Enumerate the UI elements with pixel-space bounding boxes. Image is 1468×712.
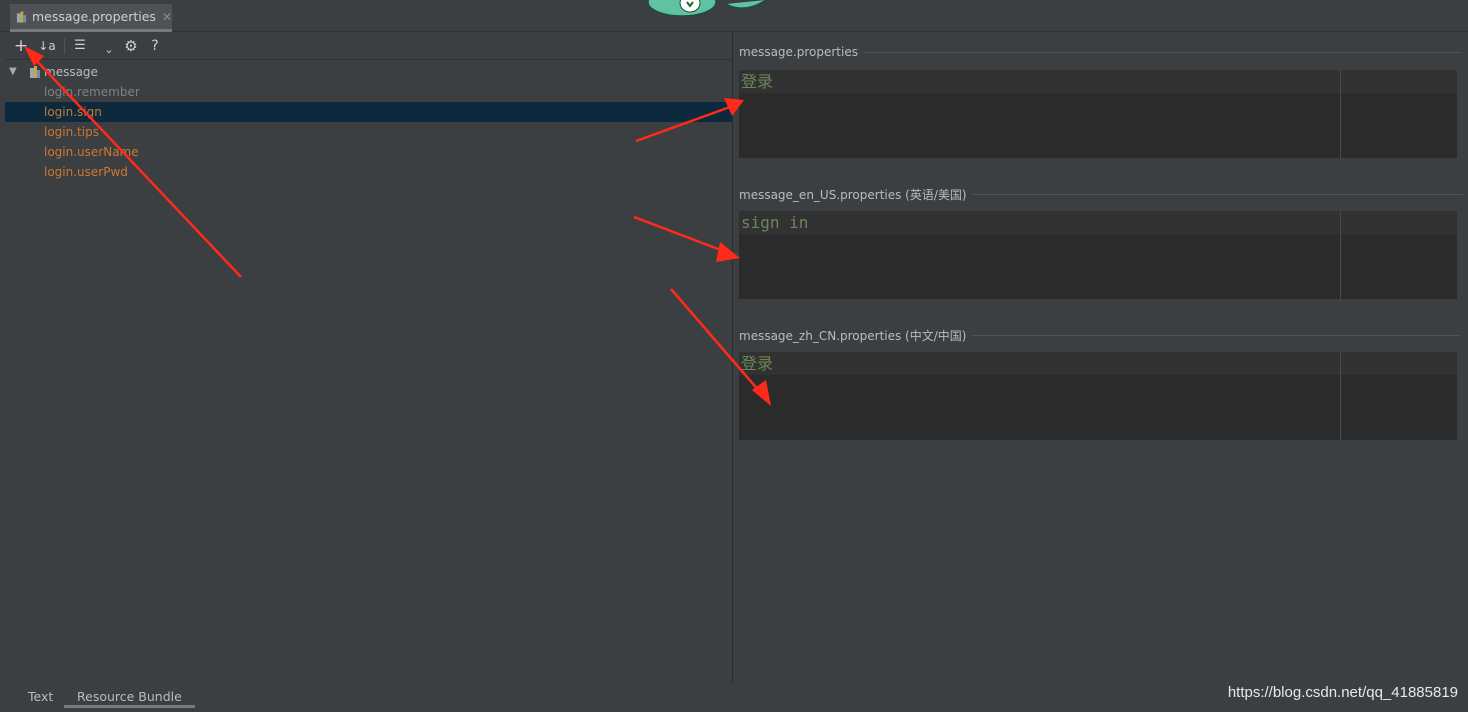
expand-triangle-icon[interactable]: ▼ xyxy=(9,62,17,82)
section-divider xyxy=(972,335,1461,336)
tree-root-message[interactable]: ▼ message xyxy=(5,62,733,82)
tree-key-row-selected[interactable]: login.sign xyxy=(5,102,733,122)
tab-label: message.properties xyxy=(31,9,156,24)
editor-tab-bar: message.properties ✕ xyxy=(0,0,1468,32)
current-line-highlight xyxy=(739,70,1457,93)
tab-message-properties[interactable]: message.properties ✕ xyxy=(10,4,172,32)
property-key-label: login.userPwd xyxy=(44,165,128,179)
settings-gear-button[interactable]: ⚙ xyxy=(122,37,140,55)
resource-bundle-icon xyxy=(30,66,40,78)
sort-alphabetically-button[interactable]: ↓a xyxy=(38,37,56,55)
mascot-image xyxy=(648,0,767,16)
tab-text[interactable]: Text xyxy=(28,686,53,708)
add-property-button[interactable]: + xyxy=(13,37,29,55)
value-editor-zh-cn[interactable]: 登录 xyxy=(739,352,1457,440)
property-key-label: login.tips xyxy=(44,125,99,139)
toolbar-separator xyxy=(64,38,65,54)
watermark-url: https://blog.csdn.net/qq_41885819 xyxy=(1227,684,1458,701)
tab-resource-bundle[interactable]: Resource Bundle xyxy=(64,686,195,708)
chevron-down-icon[interactable]: ⌄ xyxy=(103,41,115,59)
tree-key-row[interactable]: login.tips xyxy=(5,122,733,142)
property-value[interactable]: 登录 xyxy=(741,71,773,93)
editor-section-title: message_en_US.properties (英语/美国) xyxy=(739,186,1463,203)
current-line-highlight xyxy=(739,211,1457,234)
close-icon[interactable]: ✕ xyxy=(162,10,172,24)
tree-root-label: message xyxy=(44,65,98,79)
resource-bundle-tree-panel: + ↓a ☰ ⌄ ⚙ ? ▼ message login.remember lo… xyxy=(5,32,733,682)
group-by-prefix-button[interactable]: ☰ xyxy=(71,37,89,55)
property-value[interactable]: sign in xyxy=(741,212,808,234)
property-key-label: login.userName xyxy=(44,145,139,159)
editor-section-title: message_zh_CN.properties (中文/中国) xyxy=(739,327,1461,344)
locale-file-title: message_en_US.properties (英语/美国) xyxy=(739,188,967,202)
section-divider xyxy=(863,51,1461,53)
locale-file-title: message_zh_CN.properties (中文/中国) xyxy=(739,329,967,343)
tree-key-row[interactable]: login.remember xyxy=(5,82,733,102)
section-divider xyxy=(972,194,1463,195)
help-button[interactable]: ? xyxy=(148,37,162,55)
resource-bundle-icon xyxy=(16,11,27,22)
property-key-label: login.sign xyxy=(44,105,102,119)
current-line-highlight xyxy=(739,352,1457,375)
value-editor-default[interactable]: 登录 xyxy=(739,70,1457,158)
value-editor-en-us[interactable]: sign in xyxy=(739,211,1457,299)
property-key-label: login.remember xyxy=(44,85,140,99)
right-margin-guide xyxy=(1340,70,1341,158)
locale-file-title: message.properties xyxy=(739,45,858,59)
editor-section-title: message.properties xyxy=(739,45,1461,59)
bottom-editor-tabs: Text Resource Bundle https://blog.csdn.n… xyxy=(0,682,1468,712)
tree-key-row[interactable]: login.userPwd xyxy=(5,162,733,182)
right-margin-guide xyxy=(1340,352,1341,440)
locale-value-editors: message.properties 登录 message_en_US.prop… xyxy=(734,32,1468,682)
right-margin-guide xyxy=(1340,211,1341,299)
property-value[interactable]: 登录 xyxy=(741,353,773,375)
tree-key-row[interactable]: login.userName xyxy=(5,142,733,162)
tree-toolbar: + ↓a ☰ ⌄ ⚙ ? xyxy=(5,32,733,60)
